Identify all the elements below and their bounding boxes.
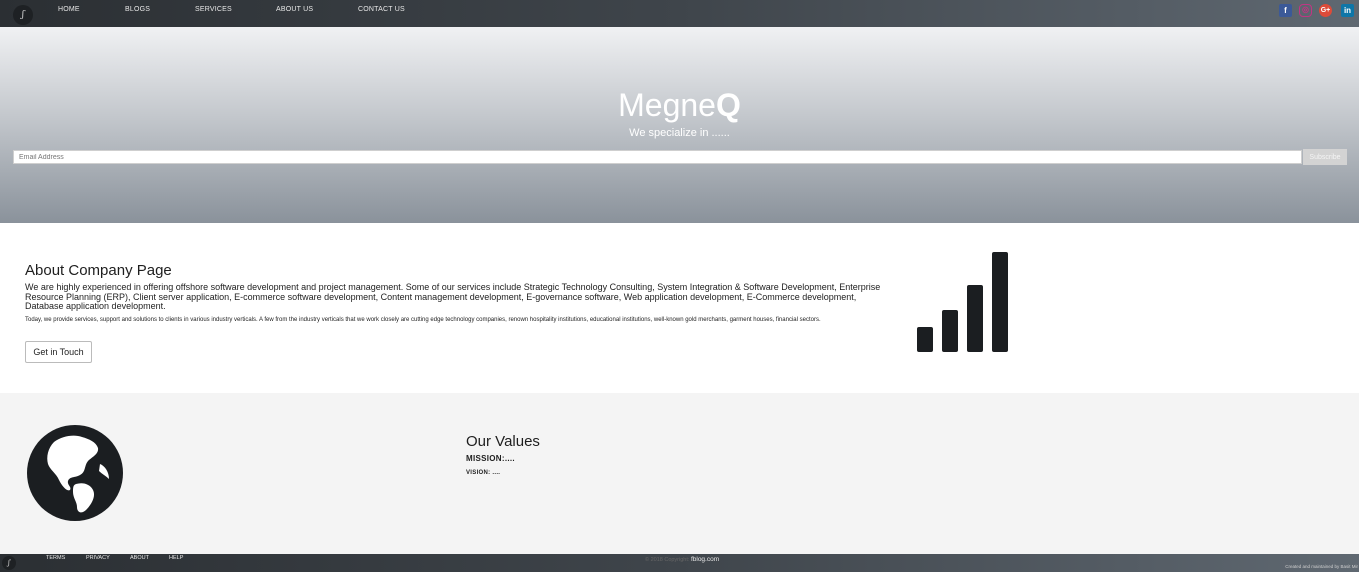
hero-section: MegneQ We specialize in ...... Subscribe — [0, 27, 1359, 223]
facebook-icon[interactable]: f — [1279, 4, 1292, 17]
linkedin-icon[interactable]: in — [1341, 4, 1354, 17]
hero-title-main: Megne — [618, 87, 716, 123]
nav-home[interactable]: HOME — [58, 6, 80, 13]
footer: ʃ TERMS PRIVACY ABOUT HELP © 2018 Copyri… — [0, 554, 1359, 572]
top-navbar: ʃ HOME BLOGS SERVICES ABOUT US CONTACT U… — [0, 0, 1359, 27]
mission-text: MISSION:.... — [466, 454, 515, 463]
credit-text: Created and maintained by Basit Mir — [1285, 564, 1358, 569]
about-title: About Company Page — [25, 262, 172, 279]
values-section: Our Values MISSION:.... VISION: .... — [0, 393, 1359, 554]
footer-privacy-link[interactable]: PRIVACY — [86, 555, 110, 561]
footer-about-link[interactable]: ABOUT — [130, 555, 149, 561]
footer-terms-link[interactable]: TERMS — [46, 555, 65, 561]
site-logo[interactable]: ʃ — [13, 5, 33, 25]
nav-blogs[interactable]: BLOGS — [125, 6, 150, 13]
vision-text: VISION: .... — [466, 470, 501, 476]
footer-logo[interactable]: ʃ — [2, 556, 16, 570]
google-plus-icon[interactable]: G+ — [1319, 4, 1332, 17]
copyright: © 2018 Copyright: fblog.com — [645, 556, 719, 563]
nav-contact-us[interactable]: CONTACT US — [358, 6, 405, 13]
hero-title: MegneQ — [0, 87, 1359, 124]
copyright-prefix: © 2018 Copyright: — [645, 557, 690, 563]
instagram-icon[interactable]: ◎ — [1299, 4, 1312, 17]
nav-services[interactable]: SERVICES — [195, 6, 232, 13]
signal-bars-icon — [917, 252, 1008, 352]
get-in-touch-button[interactable]: Get in Touch — [25, 341, 92, 363]
subscribe-button[interactable]: Subscribe — [1303, 149, 1347, 165]
about-paragraph: We are highly experienced in offering of… — [25, 282, 881, 311]
email-input[interactable] — [13, 150, 1302, 164]
values-title: Our Values — [466, 433, 540, 450]
hero-subtitle: We specialize in ...... — [629, 127, 730, 139]
nav-about-us[interactable]: ABOUT US — [276, 6, 313, 13]
about-small-paragraph: Today, we provide services, support and … — [25, 317, 821, 323]
globe-icon — [27, 425, 123, 521]
footer-help-link[interactable]: HELP — [169, 555, 183, 561]
hero-title-bold: Q — [715, 87, 741, 123]
copyright-site-link[interactable]: fblog.com — [691, 556, 719, 563]
